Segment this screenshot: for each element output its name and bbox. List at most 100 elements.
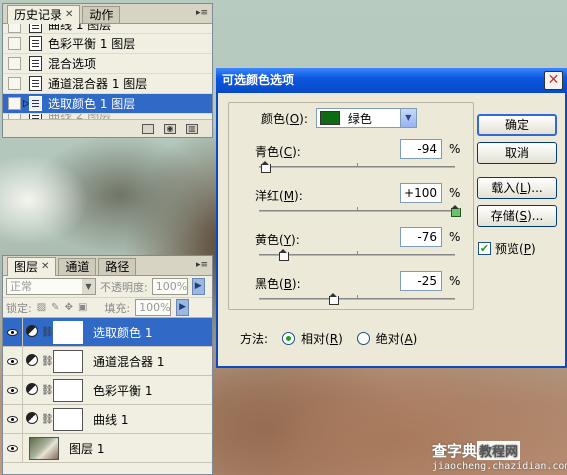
percent-label: % <box>449 274 461 288</box>
history-snapshot-checkbox[interactable] <box>8 24 21 33</box>
cyan-value-field[interactable]: -94 <box>400 139 442 159</box>
yellow-label: 黄色(Y): <box>255 233 300 247</box>
color-label: 颜色(O): <box>261 111 308 126</box>
load-button[interactable]: 载入(L)... <box>477 177 557 199</box>
layer-row[interactable]: 图层 1 <box>3 433 212 463</box>
relative-radio[interactable] <box>282 332 296 345</box>
tab-layers[interactable]: 图层 ✕ <box>7 257 57 276</box>
layer-mask-thumbnail[interactable] <box>53 320 83 344</box>
ok-button[interactable]: 确定 <box>477 114 557 136</box>
lock-move-icon[interactable]: ✥ <box>65 302 73 313</box>
preview-checkbox-row[interactable]: ✔ 预览(P) <box>478 240 536 257</box>
history-list: 曲线 1 图层 色彩平衡 1 图层 混合选项 通道混合器 1 图层 ▷ 选取颜色… <box>3 24 212 124</box>
history-snapshot-checkbox[interactable] <box>8 37 21 50</box>
history-item[interactable]: 曲线 1 图层 <box>3 24 212 34</box>
yellow-slider-group: 黄色(Y): -76 % <box>243 223 469 267</box>
preview-checkbox[interactable]: ✔ <box>478 242 491 255</box>
visibility-eye-icon[interactable] <box>3 317 23 347</box>
visibility-eye-icon[interactable] <box>3 375 23 405</box>
magenta-slider-track[interactable] <box>259 210 455 212</box>
link-chain-icon[interactable]: ⛓ <box>41 356 54 367</box>
watermark-title: 查字典 教程网 <box>432 441 521 460</box>
color-row: 颜色(O): 绿色 ▼ <box>261 108 417 128</box>
history-snapshot-checkbox[interactable] <box>8 97 21 110</box>
visibility-eye-icon[interactable] <box>3 404 23 434</box>
percent-label: % <box>449 186 461 200</box>
panel-menu-icon[interactable]: ▸≡ <box>195 7 209 19</box>
black-value-field[interactable]: -25 <box>400 271 442 291</box>
dialog-titlebar[interactable]: 可选颜色选项 ✕ <box>216 68 567 93</box>
camera-snapshot-icon[interactable]: ◉ <box>164 123 176 134</box>
save-button[interactable]: 存储(S)... <box>477 205 557 227</box>
center-tick <box>357 251 358 254</box>
panel-menu-icon[interactable]: ▸≡ <box>195 259 209 271</box>
layer-mask-thumbnail[interactable] <box>53 378 83 402</box>
layers-panel: 图层 ✕ 通道 路径 ▸≡ 正常 ▼ 不透明度: 100% ▶ 锁定: ▨ ✎ … <box>2 255 213 475</box>
history-item-selected[interactable]: ▷ 选取颜色 1 图层 <box>3 94 212 114</box>
visibility-eye-icon[interactable] <box>3 346 23 376</box>
lock-brush-icon[interactable]: ✎ <box>51 302 59 313</box>
layer-row[interactable]: ⛓ 色彩平衡 1 <box>3 375 212 405</box>
close-button[interactable]: ✕ <box>544 71 563 90</box>
tab-actions[interactable]: 动作 <box>82 6 121 23</box>
layer-row-selected[interactable]: ⛓ 选取颜色 1 <box>3 317 212 347</box>
layer-thumbnail[interactable] <box>29 436 59 460</box>
history-snapshot-checkbox[interactable] <box>8 77 21 90</box>
tab-paths[interactable]: 路径 <box>98 258 137 275</box>
layer-options-row: 正常 ▼ 不透明度: 100% ▶ <box>3 276 212 298</box>
layer-name: 通道混合器 1 <box>93 354 165 369</box>
visibility-eye-icon[interactable] <box>3 433 23 463</box>
center-tick <box>357 207 358 210</box>
layer-row[interactable]: ⛓ 通道混合器 1 <box>3 346 212 376</box>
cyan-slider-track[interactable] <box>259 166 455 168</box>
layer-row[interactable]: ⛓ 曲线 1 <box>3 404 212 434</box>
trash-icon[interactable]: ▥ <box>186 123 198 134</box>
magenta-slider-thumb[interactable] <box>451 205 461 217</box>
history-snapshot-checkbox[interactable] <box>8 57 21 70</box>
history-item[interactable]: 通道混合器 1 图层 <box>3 74 212 94</box>
color-select[interactable]: 绿色 ▼ <box>315 108 417 128</box>
history-item[interactable]: 色彩平衡 1 图层 <box>3 34 212 54</box>
layers-panel-tabs: 图层 ✕ 通道 路径 ▸≡ <box>3 256 212 276</box>
method-row: 方法: 相对(R) 绝对(A) <box>240 330 417 347</box>
magenta-value-field[interactable]: +100 <box>400 183 442 203</box>
opacity-field[interactable]: 100% <box>151 278 188 295</box>
tab-channels[interactable]: 通道 <box>58 258 97 275</box>
new-document-from-state-icon[interactable] <box>142 123 154 134</box>
layer-mask-thumbnail[interactable] <box>53 349 83 373</box>
tab-channels-label: 通道 <box>65 260 90 274</box>
blend-mode-select[interactable]: 正常 ▼ <box>6 278 96 295</box>
lock-transparency-icon[interactable]: ▨ <box>37 302 46 313</box>
adjustment-layer-icon <box>23 382 41 398</box>
center-tick <box>357 295 358 298</box>
fill-label: 填充: <box>104 301 131 315</box>
chevron-down-icon[interactable]: ▼ <box>399 109 416 127</box>
tab-history[interactable]: 历史记录 ✕ <box>7 5 81 24</box>
opacity-slider-arrow-icon[interactable]: ▶ <box>191 278 205 295</box>
lock-label: 锁定: <box>6 301 32 315</box>
absolute-radio[interactable] <box>356 332 370 345</box>
history-item-label: 曲线 1 图层 <box>48 24 112 32</box>
cyan-slider-thumb[interactable] <box>260 161 271 173</box>
layer-name: 曲线 1 <box>93 412 129 427</box>
lock-all-icon[interactable]: ▣ <box>78 302 87 313</box>
opacity-label: 不透明度: <box>100 280 148 294</box>
link-chain-icon[interactable]: ⛓ <box>41 385 54 396</box>
fill-field[interactable]: 100% <box>135 299 172 316</box>
document-icon <box>29 36 42 51</box>
black-slider-track[interactable] <box>259 298 455 300</box>
black-slider-thumb[interactable] <box>328 293 339 305</box>
history-item[interactable]: 混合选项 <box>3 54 212 74</box>
yellow-slider-thumb[interactable] <box>278 249 289 261</box>
cancel-button[interactable]: 取消 <box>477 142 557 164</box>
close-icon[interactable]: ✕ <box>41 259 49 275</box>
link-chain-icon[interactable]: ⛓ <box>41 327 54 338</box>
fill-value: 100% <box>139 301 171 314</box>
magenta-label: 洋红(M): <box>255 189 303 203</box>
link-chain-icon[interactable]: ⛓ <box>41 414 54 425</box>
layer-mask-thumbnail[interactable] <box>53 407 83 431</box>
absolute-radio-label: 绝对(A) <box>375 332 418 346</box>
yellow-value-field[interactable]: -76 <box>400 227 442 247</box>
close-icon[interactable]: ✕ <box>65 7 73 23</box>
fill-slider-arrow-icon[interactable]: ▶ <box>176 299 190 316</box>
